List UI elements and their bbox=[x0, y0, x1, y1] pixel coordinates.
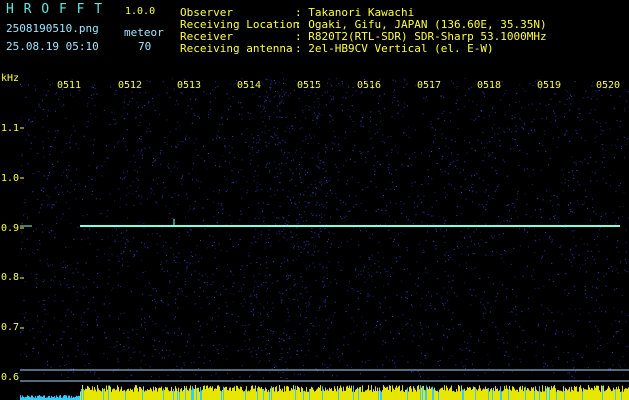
y-tick-1-1: 1.1 bbox=[1, 123, 20, 134]
file-datetime: 25.08.19 05:10 bbox=[6, 40, 99, 53]
app-title: H R O F F T bbox=[6, 2, 104, 17]
spectrogram bbox=[20, 78, 629, 400]
y-tick-0-7: 0.7 bbox=[1, 322, 20, 333]
y-tick-0-9: 0.9 bbox=[1, 223, 20, 234]
hroffft-window: H R O F F T 1.0.0 2508190510.png 25.08.1… bbox=[0, 0, 629, 400]
meteor-count: 70 bbox=[138, 40, 152, 53]
y-tick-0-8: 0.8 bbox=[1, 272, 20, 283]
file-name: 2508190510.png bbox=[6, 22, 99, 35]
info-antenna-value: : 2el-HB9CV Vertical (el. E-W) bbox=[295, 42, 494, 55]
y-tick-0-6: 0.6 bbox=[1, 372, 20, 383]
noise-field bbox=[20, 78, 629, 379]
tick-marks bbox=[20, 127, 24, 329]
y-tick-1-0: 1.0 bbox=[1, 173, 20, 184]
signal-level-bars bbox=[20, 385, 629, 400]
meteor-label: meteor bbox=[124, 26, 164, 39]
app-version: 1.0.0 bbox=[125, 6, 156, 17]
axis-unit-label: kHz bbox=[1, 73, 20, 84]
info-antenna-key: Receiving antenna bbox=[180, 42, 293, 55]
